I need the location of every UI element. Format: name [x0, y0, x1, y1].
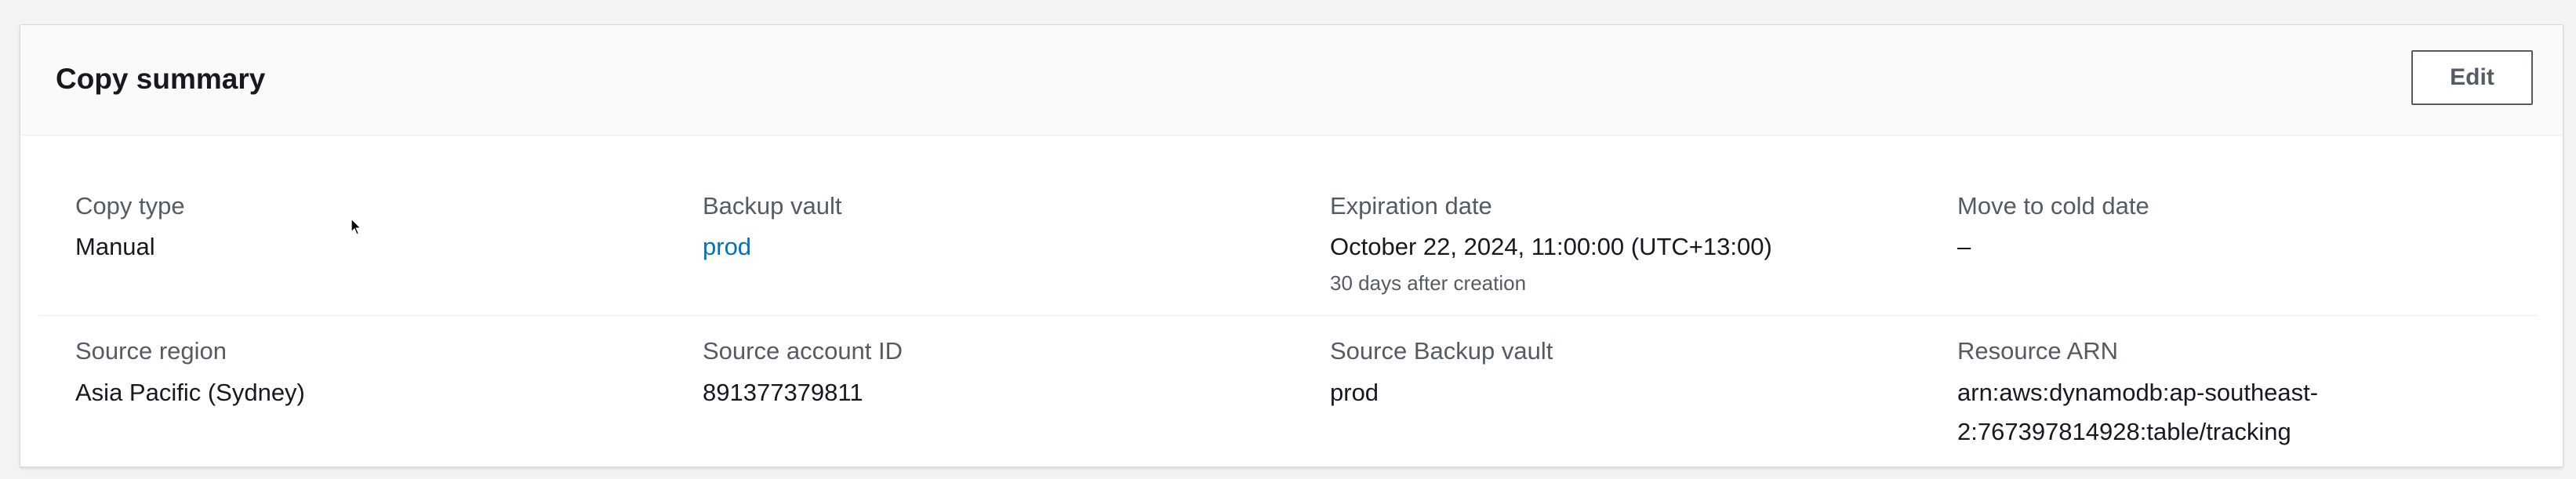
move-to-cold-date-value: – [1957, 233, 1971, 260]
expiration-date-description: 30 days after creation [1330, 271, 1527, 295]
source-backup-vault-value: prod [1330, 379, 1379, 406]
source-backup-vault-label: Source Backup vault [1330, 337, 1553, 365]
resource-arn-label: Resource ARN [1957, 337, 2119, 365]
move-to-cold-date-label: Move to cold date [1957, 192, 2149, 220]
summary-row-2: Source region Asia Pacific (Sydney) Sour… [40, 316, 2537, 465]
backup-vault-link[interactable]: prod [703, 227, 751, 267]
copy-type-label: Copy type [75, 192, 185, 220]
copy-summary-panel: Copy summary Edit Copy type Manual Backu… [20, 24, 2563, 467]
resource-arn-value: arn:aws:dynamodb:ap-southeast-2:76739781… [1957, 379, 2319, 445]
panel-header: Copy summary Edit [20, 25, 2563, 136]
source-region-label: Source region [75, 337, 227, 365]
source-account-id-label: Source account ID [703, 337, 903, 365]
expiration-date-label: Expiration date [1330, 192, 1492, 220]
edit-button[interactable]: Edit [2411, 50, 2533, 105]
copy-type-value: Manual [75, 233, 155, 260]
panel-title: Copy summary [56, 63, 266, 95]
source-region-value: Asia Pacific (Sydney) [75, 379, 305, 406]
expiration-date-value: October 22, 2024, 11:00:00 (UTC+13:00) [1330, 233, 1772, 260]
backup-vault-label: Backup vault [703, 192, 842, 220]
source-account-id-value: 891377379811 [703, 379, 863, 406]
summary-row-1: Copy type Manual Backup vault prod Expir… [40, 136, 2537, 316]
